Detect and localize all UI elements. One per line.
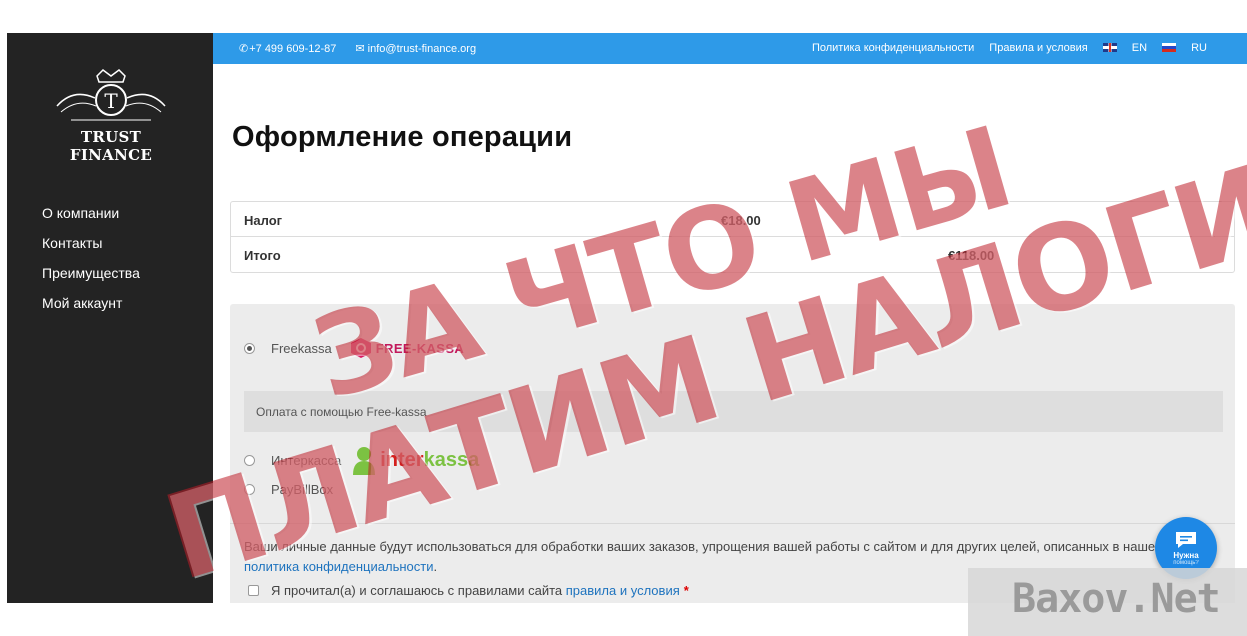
terms-inline-link[interactable]: правила и условия [566,583,680,598]
page-title: Оформление операции [232,121,573,153]
envelope-icon: ✉ [355,43,365,55]
uk-flag-icon [1102,43,1117,52]
payment-description: Оплата с помощью Free-kassa [244,391,1223,432]
svg-text:T: T [104,89,118,113]
top-bar: ✆+7 499 609-12-87 ✉ info@trust-finance.or… [213,33,1247,64]
total-row: Итого €118.00 [231,237,1234,272]
sidebar: T TRUST FINANCE О компании Контакты Преи… [7,33,213,603]
freekassa-logo: FREE-KASSA [350,337,465,359]
sidebar-nav: О компании Контакты Преимущества Мой акк… [42,203,140,323]
browser-viewport: T TRUST FINANCE О компании Контакты Преи… [7,33,1247,603]
interkassa-label: Интеркасса [271,452,342,468]
paybillbox-radio[interactable] [244,483,255,495]
logo-text: TRUST FINANCE [69,128,153,164]
lang-en-link[interactable]: EN [1102,42,1147,54]
divider [230,523,1235,524]
brand-watermark-text: Baxov.Net [1012,576,1221,622]
freekassa-label: Freekassa [271,340,332,356]
terms-link[interactable]: Правила и условия [989,42,1087,54]
tax-label: Налог [244,213,283,228]
sidebar-item-about[interactable]: О компании [42,203,140,233]
phone-link[interactable]: ✆+7 499 609-12-87 [239,43,347,55]
payment-option-interkassa[interactable]: Интеркасса interkassa [244,445,479,475]
sidebar-item-my-account[interactable]: Мой аккаунт [42,293,140,323]
tax-value: €18.00 [721,213,761,228]
payment-methods: Freekassa FREE-KASSA Оплата с помощью Fr… [230,304,1235,603]
paybillbox-label: PayBillBox [271,481,334,497]
interkassa-radio[interactable] [244,454,255,466]
phone-icon: ✆ [239,43,249,55]
interkassa-logo: interkassa [351,445,479,475]
sidebar-item-contacts[interactable]: Контакты [42,233,140,263]
privacy-policy-inline-link[interactable]: политика конфиденциальности [244,559,433,574]
chat-sublabel: помощь? [1173,560,1199,566]
chat-bubble-icon [1176,532,1196,548]
email-link[interactable]: ✉ info@trust-finance.org [355,43,484,55]
site-logo[interactable]: T TRUST FINANCE [41,68,181,164]
crown-crest-icon: T [56,69,166,121]
total-value: €118.00 [948,248,995,263]
payment-option-freekassa[interactable]: Freekassa FREE-KASSA [244,333,464,363]
freekassa-badge-icon [350,338,371,358]
ru-flag-icon [1162,43,1177,52]
top-links: Политика конфиденциальности Правила и ус… [800,42,1207,54]
contact-info: ✆+7 499 609-12-87 ✉ info@trust-finance.or… [239,42,492,55]
lang-ru-link[interactable]: RU [1162,42,1207,54]
sidebar-item-advantages[interactable]: Преимущества [42,263,140,293]
privacy-policy-link[interactable]: Политика конфиденциальности [812,42,974,54]
terms-agreement[interactable]: Я прочитал(а) и соглашаюсь с правилами с… [248,583,689,598]
order-totals-table: Налог €18.00 Итого €118.00 [230,201,1235,273]
total-label: Итого [244,248,281,263]
brand-watermark: Baxov.Net [968,568,1247,636]
tax-row: Налог €18.00 [231,202,1234,237]
interkassa-person-icon [353,447,376,475]
required-marker: * [683,583,689,598]
chat-label: Нужна [1173,551,1199,560]
terms-checkbox[interactable] [248,585,259,596]
freekassa-radio[interactable] [244,342,255,354]
payment-option-paybillbox[interactable]: PayBillBox [244,474,333,504]
